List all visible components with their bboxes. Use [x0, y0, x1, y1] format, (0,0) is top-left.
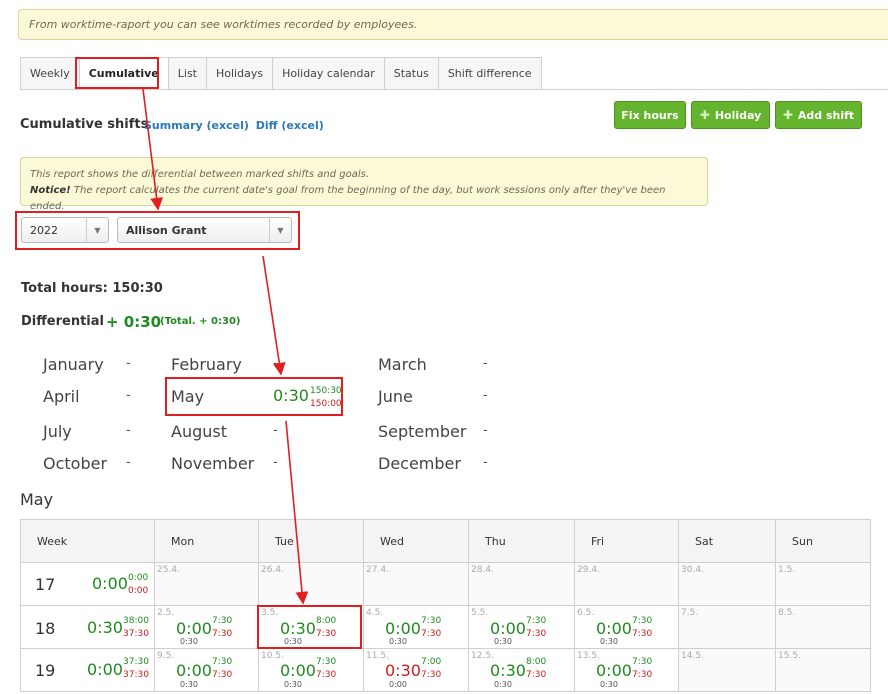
annotation-arrows [142, 88, 309, 605]
arrow-tab-to-selects [142, 88, 163, 211]
arrow-may-to-cell [285, 420, 309, 605]
arrow-selects-to-may [262, 255, 286, 376]
